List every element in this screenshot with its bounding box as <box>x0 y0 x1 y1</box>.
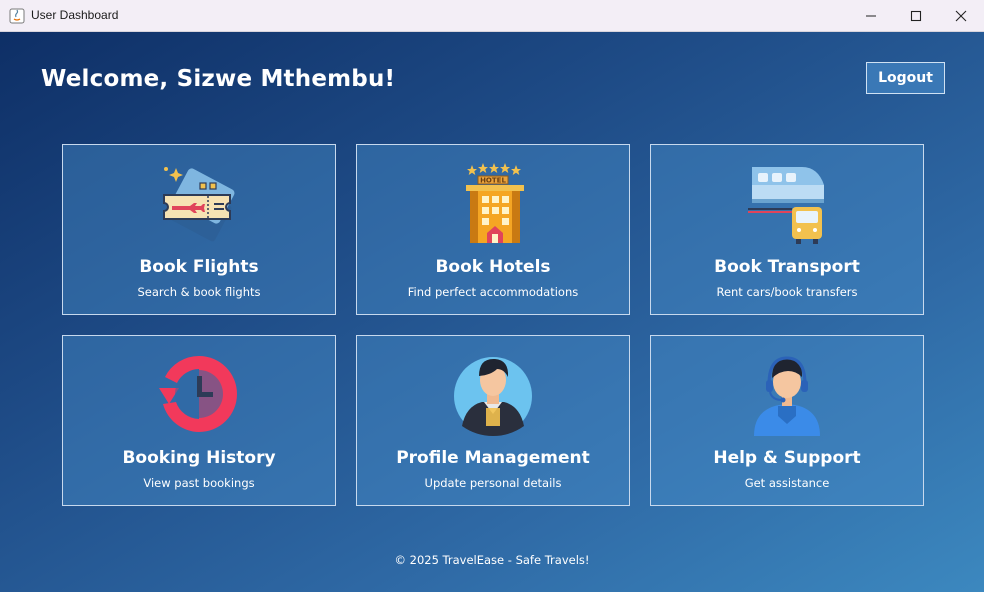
profile-management-card[interactable]: Profile Management Update personal detai… <box>356 335 630 506</box>
welcome-heading: Welcome, Sizwe Mthembu! <box>41 66 396 92</box>
footer-text: © 2025 TravelEase - Safe Travels! <box>394 553 590 567</box>
train-bus-icon <box>748 167 824 244</box>
user-profile-icon <box>454 357 532 436</box>
card-subtitle: View past bookings <box>143 476 255 490</box>
history-clock-icon <box>159 356 237 432</box>
book-transport-card[interactable]: Book Transport Rent cars/book transfers <box>650 144 924 315</box>
card-title: Help & Support <box>713 448 861 468</box>
dashboard-panel: Welcome, Sizwe Mthembu! Logout Book Flig… <box>0 32 984 592</box>
book-hotels-card[interactable]: HOTEL Book Hotels Find perfect accommoda… <box>356 144 630 315</box>
support-agent-icon <box>754 356 820 436</box>
java-app-icon <box>9 8 25 24</box>
flight-ticket-icon <box>163 167 235 242</box>
booking-history-card[interactable]: Booking History View past bookings <box>62 335 336 506</box>
card-subtitle: Rent cars/book transfers <box>716 285 858 299</box>
close-icon <box>955 10 967 22</box>
minimize-icon <box>866 15 876 17</box>
card-title: Book Hotels <box>435 257 551 277</box>
hotel-icon: HOTEL <box>466 163 524 243</box>
maximize-icon <box>910 10 922 22</box>
card-title: Profile Management <box>396 448 590 468</box>
card-title: Booking History <box>122 448 276 468</box>
card-subtitle: Search & book flights <box>137 285 261 299</box>
card-title: Book Transport <box>714 257 860 277</box>
minimize-button[interactable] <box>848 0 894 32</box>
card-subtitle: Update personal details <box>424 476 562 490</box>
help-support-card[interactable]: Help & Support Get assistance <box>650 335 924 506</box>
svg-text:HOTEL: HOTEL <box>480 177 506 185</box>
card-subtitle: Get assistance <box>744 476 830 490</box>
maximize-button[interactable] <box>893 0 939 32</box>
close-button[interactable] <box>938 0 984 32</box>
window-titlebar: User Dashboard <box>0 0 984 32</box>
window-title: User Dashboard <box>31 8 119 22</box>
card-subtitle: Find perfect accommodations <box>407 285 579 299</box>
book-flights-card[interactable]: Book Flights Search & book flights <box>62 144 336 315</box>
logout-button[interactable]: Logout <box>866 62 945 94</box>
card-title: Book Flights <box>139 257 259 277</box>
